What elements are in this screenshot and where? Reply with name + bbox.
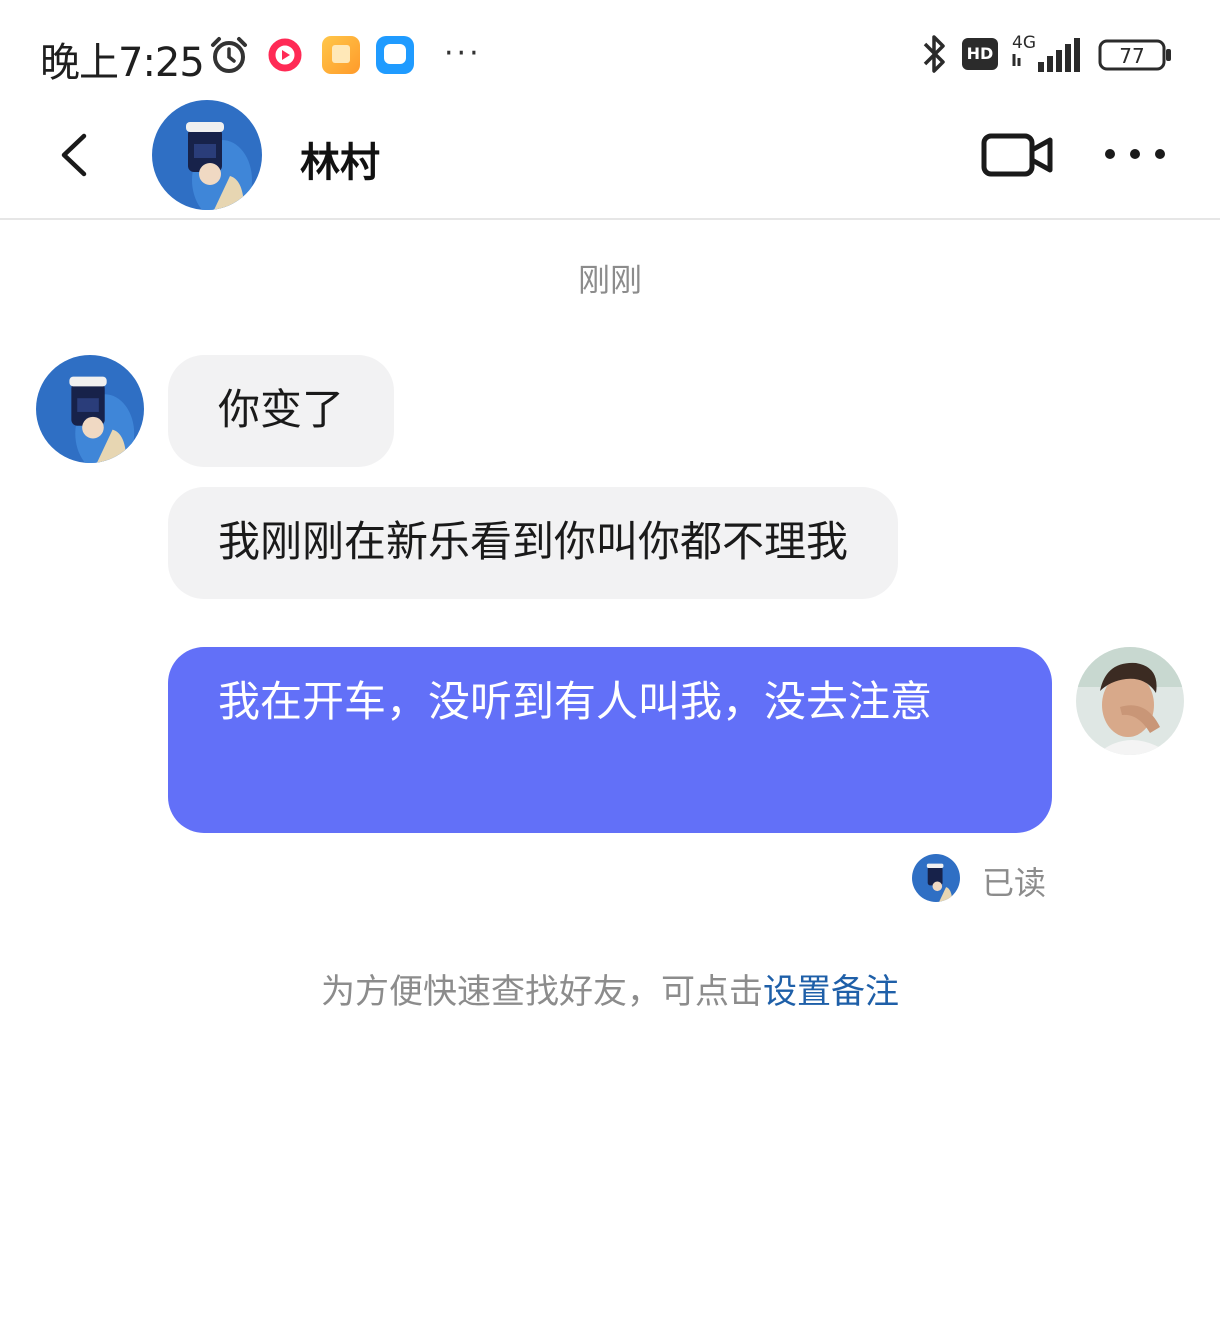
read-status: 已读 <box>982 864 1047 902</box>
remark-hint-text: 为方便快速查找好友，可点击 <box>321 972 763 1012</box>
sender-avatar[interactable] <box>36 355 144 463</box>
battery-icon: 77 <box>1098 39 1171 71</box>
read-receipt-avatar-image <box>912 854 960 902</box>
alarm-icon <box>211 37 247 73</box>
more-notifications-icon: ··· <box>444 36 482 71</box>
sender-avatar-image <box>36 355 144 463</box>
remark-hint: 为方便快速查找好友，可点击设置备注 <box>0 964 1220 1013</box>
hd-icon: HD <box>962 38 998 70</box>
battery-level: 77 <box>1119 44 1144 68</box>
contact-avatar[interactable] <box>152 100 262 210</box>
video-call-icon[interactable] <box>980 130 1056 180</box>
bluetooth-icon <box>923 35 945 73</box>
contact-name[interactable]: 林村 <box>300 130 380 188</box>
my-avatar-image <box>1076 647 1184 755</box>
message-timestamp: 刚刚 <box>577 261 642 299</box>
signal-icon: 4G <box>1012 33 1080 72</box>
message-bubble-incoming[interactable]: 我刚刚在新乐看到你叫你都不理我 <box>168 487 899 599</box>
message-text: 我刚刚在新乐看到你叫你都不理我 <box>218 517 849 566</box>
set-remark-link[interactable]: 设置备注 <box>763 972 899 1012</box>
status-time: 晚上7:25 <box>40 40 205 86</box>
more-options-icon[interactable] <box>1100 136 1170 172</box>
my-avatar[interactable] <box>1076 647 1184 755</box>
back-icon[interactable] <box>50 130 98 180</box>
network-type-label: 4G <box>1012 33 1036 53</box>
read-receipt-avatar <box>912 854 960 902</box>
app-notification-icon <box>268 38 302 72</box>
message-bubble-outgoing[interactable]: 我在开车，没听到有人叫我，没去注意 <box>168 647 1052 833</box>
gallery-app-icon <box>322 36 360 74</box>
message-text: 你变了 <box>218 385 345 434</box>
chat-header: 林村 <box>0 100 1220 220</box>
contact-avatar-image <box>152 100 262 210</box>
message-text: 我在开车，没听到有人叫我，没去注意 <box>218 677 933 726</box>
message-bubble-incoming[interactable]: 你变了 <box>168 355 395 467</box>
message-app-icon <box>376 36 414 74</box>
status-bar: 晚上7:25 ··· HD 4G 77 <box>0 0 1220 100</box>
